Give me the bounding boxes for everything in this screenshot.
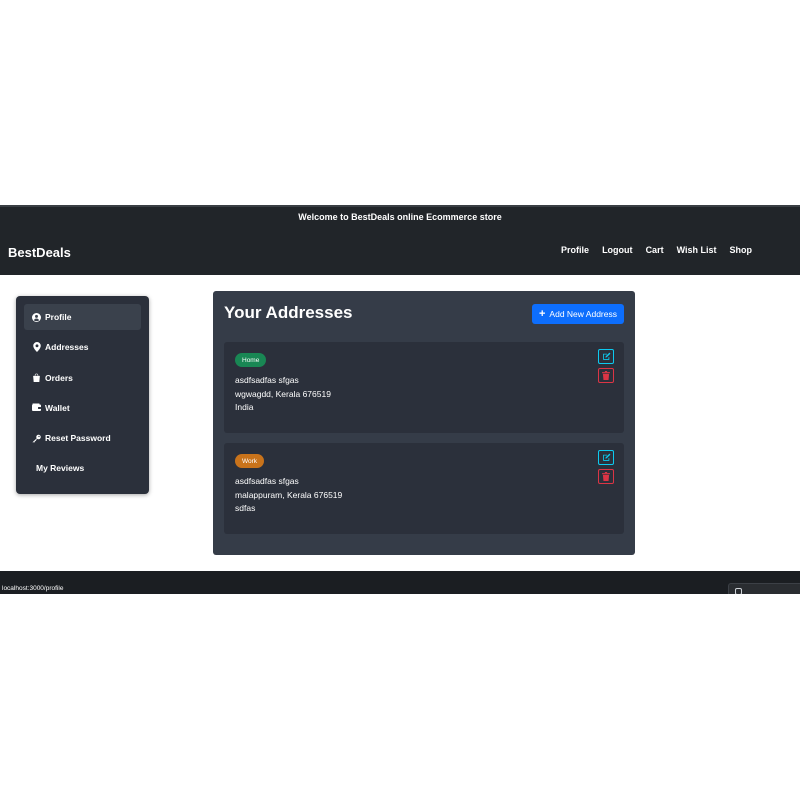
profile-sidebar: Profile Addresses Orders Wallet Reset Pa…	[16, 296, 149, 494]
address-line-name: asdfsadfas sfgas	[235, 375, 299, 385]
delete-address-button[interactable]	[598, 469, 614, 484]
sidebar-item-wallet[interactable]: Wallet	[24, 395, 141, 421]
user-circle-icon	[32, 312, 41, 322]
edit-address-button[interactable]	[598, 450, 614, 465]
address-line-name: asdfsadfas sfgas	[235, 476, 299, 486]
status-bar-url: localhost:3000/profile	[2, 585, 64, 592]
sidebar-item-orders[interactable]: Orders	[24, 365, 141, 391]
sidebar-item-reset-password[interactable]: Reset Password	[24, 425, 141, 451]
address-details: asdfsadfas sfgas malappuram, Kerala 6765…	[235, 475, 342, 516]
welcome-banner: Welcome to BestDeals online Ecommerce st…	[298, 212, 502, 222]
sidebar-item-label: Orders	[45, 372, 73, 383]
sidebar-item-label: My Reviews	[36, 463, 85, 474]
add-new-address-button[interactable]: + Add New Address	[532, 304, 624, 324]
address-line-city: malappuram, Kerala 676519	[235, 489, 343, 500]
location-pin-icon	[32, 342, 41, 353]
edit-icon	[602, 352, 610, 360]
sidebar-item-label: Addresses	[45, 342, 89, 353]
address-line-country: India	[235, 402, 254, 412]
nav-wishlist-link[interactable]: Wish List	[677, 245, 717, 255]
app-screen: Welcome to BestDeals online Ecommerce st…	[0, 205, 800, 594]
sidebar-item-profile[interactable]: Profile	[24, 304, 141, 330]
shopping-bag-icon	[32, 373, 41, 383]
edit-icon	[602, 453, 610, 461]
browser-viewport: Welcome to BestDeals online Ecommerce st…	[0, 0, 800, 800]
sidebar-item-addresses[interactable]: Addresses	[24, 334, 141, 360]
wallet-icon	[32, 403, 41, 412]
page-title: Your Addresses	[224, 303, 353, 322]
edit-address-button[interactable]	[598, 349, 614, 364]
address-line-city: wgwagdd, Kerala 676519	[235, 388, 331, 399]
sidebar-item-label: Reset Password	[45, 433, 111, 444]
window-icon	[735, 588, 742, 594]
add-new-address-label: Add New Address	[549, 309, 617, 319]
address-card: Work asdfsadfas sfgas malappuram, Kerala…	[224, 443, 624, 534]
page-footer	[0, 571, 800, 594]
key-icon	[32, 434, 41, 443]
address-type-badge: Work	[235, 454, 265, 468]
top-navbar: Welcome to BestDeals online Ecommerce st…	[0, 205, 800, 275]
plus-icon: +	[538, 307, 546, 320]
address-card: Home asdfsadfas sfgas wgwagdd, Kerala 67…	[224, 342, 624, 433]
main-nav: Profile Logout Cart Wish List Shop	[561, 245, 752, 255]
nav-profile-link[interactable]: Profile	[561, 245, 589, 255]
sidebar-item-my-reviews[interactable]: My Reviews	[24, 455, 141, 481]
devtools-widget[interactable]	[728, 583, 800, 594]
delete-address-button[interactable]	[598, 368, 614, 383]
address-type-badge: Home	[235, 353, 267, 367]
nav-shop-link[interactable]: Shop	[730, 245, 753, 255]
addresses-panel: Your Addresses + Add New Address Home as…	[213, 291, 635, 555]
sidebar-item-label: Profile	[45, 312, 72, 322]
nav-cart-link[interactable]: Cart	[646, 245, 664, 255]
trash-icon	[602, 472, 610, 481]
address-line-country: sdfas	[235, 503, 256, 513]
sidebar-item-label: Wallet	[45, 402, 70, 413]
nav-logout-link[interactable]: Logout	[602, 245, 633, 255]
trash-icon	[602, 371, 610, 380]
address-details: asdfsadfas sfgas wgwagdd, Kerala 676519 …	[235, 374, 331, 415]
brand-logo[interactable]: BestDeals	[8, 245, 71, 260]
